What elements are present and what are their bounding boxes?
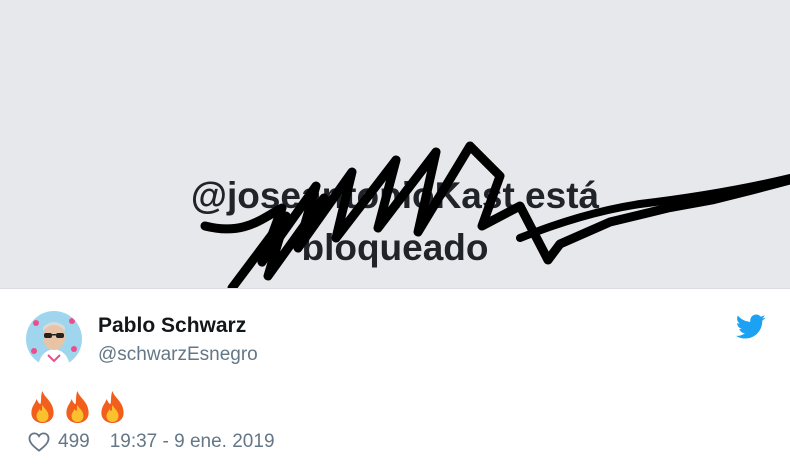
tweet-body	[26, 390, 129, 424]
fire-emoji-icon	[101, 391, 124, 423]
blocked-profile-banner: @joseantonioKast está bloqueado	[0, 0, 790, 288]
twitter-bird-icon[interactable]	[736, 314, 766, 340]
fire-emoji-icon	[66, 391, 89, 423]
heart-icon[interactable]	[28, 432, 50, 452]
like-count: 499	[58, 431, 90, 452]
fire-emoji-icon	[31, 391, 54, 423]
tweet-timestamp[interactable]: 19:37 - 9 ene. 2019	[110, 431, 275, 453]
author-handle[interactable]: @schwarzEsnegro	[98, 344, 258, 366]
author-name[interactable]: Pablo Schwarz	[98, 314, 246, 338]
avatar[interactable]	[26, 311, 82, 367]
divider	[0, 288, 790, 289]
tweet-meta: 499 19:37 - 9 ene. 2019	[28, 431, 275, 453]
avatar-image	[26, 311, 82, 367]
scribble-overlay	[200, 141, 790, 288]
